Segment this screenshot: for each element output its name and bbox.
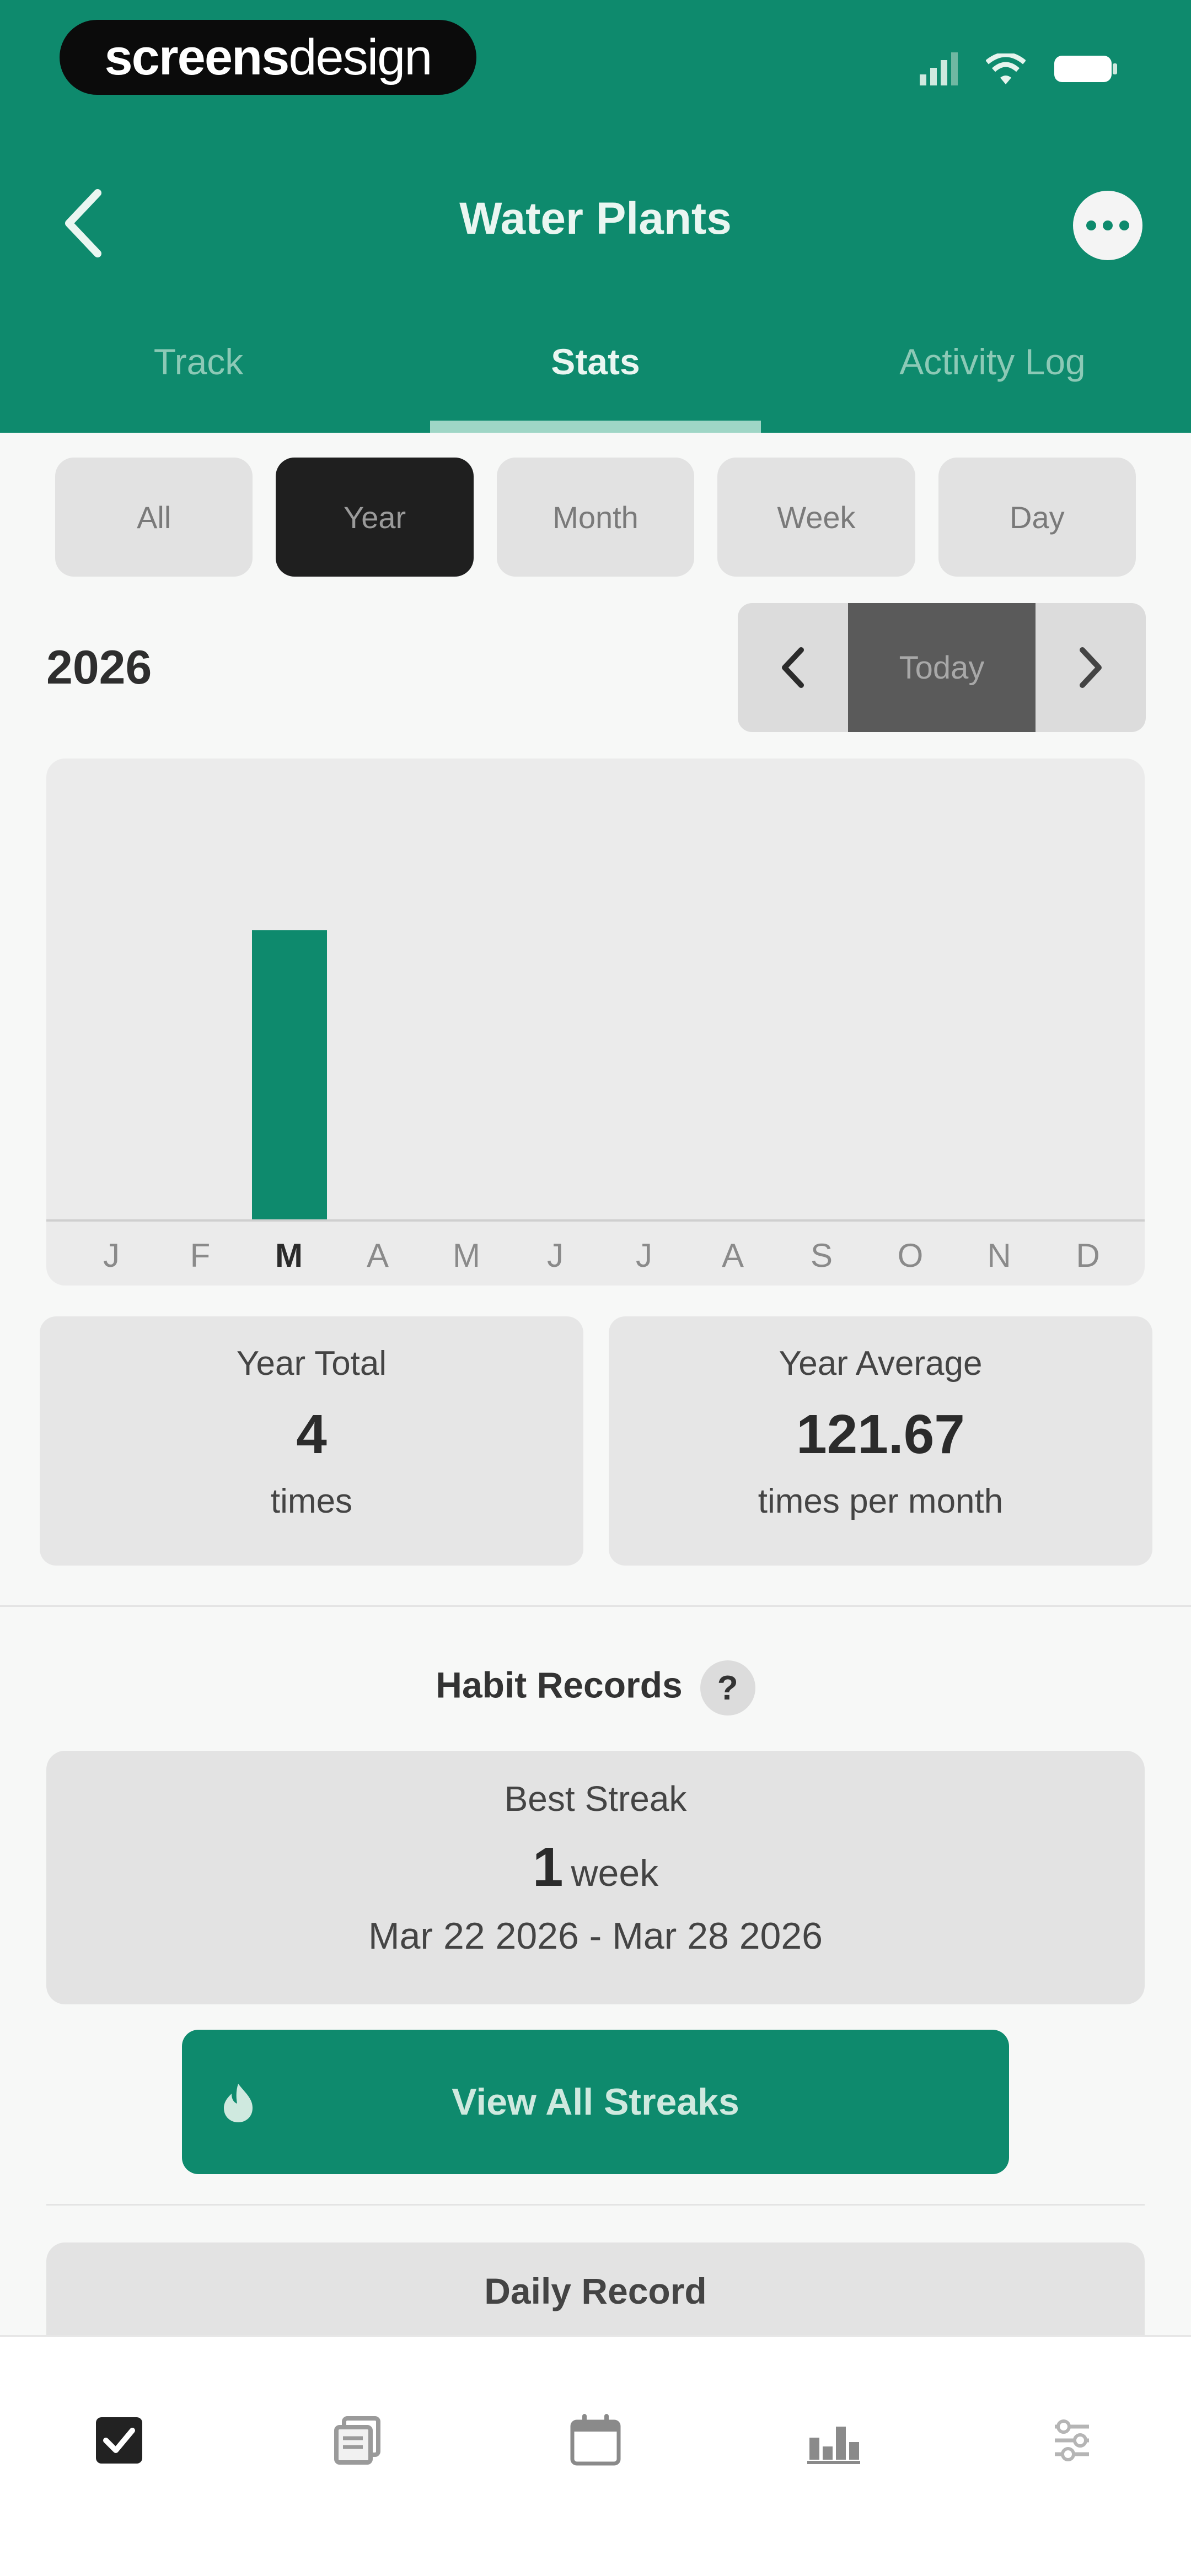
year-average-label: Year Average bbox=[779, 1345, 983, 1383]
chart-bar[interactable] bbox=[252, 930, 327, 1219]
calendar-icon bbox=[570, 2414, 621, 2466]
chevron-right-icon bbox=[1080, 647, 1102, 688]
next-year-button[interactable] bbox=[1036, 603, 1146, 732]
best-streak-value-line: 1 week bbox=[46, 1836, 1145, 1899]
period-all-button[interactable]: All bbox=[55, 458, 253, 577]
habit-records-label: Habit Records bbox=[436, 1664, 683, 1706]
year-total-label: Year Total bbox=[236, 1345, 387, 1383]
period-year-button[interactable]: Year bbox=[276, 458, 474, 577]
help-icon[interactable]: ? bbox=[700, 1660, 755, 1715]
flame-icon bbox=[224, 2084, 253, 2122]
section-divider bbox=[46, 2204, 1145, 2206]
more-dot-icon bbox=[1086, 221, 1096, 230]
x-tick-label: M bbox=[275, 1237, 303, 1274]
today-button[interactable]: Today bbox=[848, 603, 1036, 732]
x-tick-label: O bbox=[898, 1237, 924, 1274]
year-average-unit: times per month bbox=[758, 1482, 1004, 1520]
year-average-card: Year Average 121.67 times per month bbox=[609, 1316, 1152, 1566]
best-streak-value: 1 bbox=[532, 1836, 564, 1898]
page-title: Water Plants bbox=[459, 193, 732, 244]
more-options-button[interactable] bbox=[1073, 191, 1142, 260]
monthly-chart-card: JFMAMJJASOND bbox=[46, 759, 1145, 1286]
period-day-button[interactable]: Day bbox=[938, 458, 1136, 577]
x-tick-label: A bbox=[722, 1237, 744, 1274]
brand-badge: screens design bbox=[60, 20, 476, 95]
more-dot-icon bbox=[1103, 221, 1113, 230]
previous-year-button[interactable] bbox=[738, 603, 848, 732]
view-all-streaks-label: View All Streaks bbox=[452, 2081, 739, 2123]
sliders-icon bbox=[1055, 2419, 1089, 2461]
bar-chart-icon bbox=[807, 2427, 860, 2464]
daily-record-label: Daily Record bbox=[484, 2271, 707, 2311]
view-all-streaks-button[interactable]: View All Streaks bbox=[182, 2030, 1009, 2174]
brand-part2: design bbox=[288, 29, 432, 85]
monthly-bar-chart: JFMAMJJASOND bbox=[46, 930, 1145, 1274]
x-tick-label: J bbox=[547, 1237, 564, 1274]
bottom-navigation bbox=[0, 2335, 1191, 2576]
best-streak-label: Best Streak bbox=[504, 1779, 687, 1819]
x-tick-label: D bbox=[1076, 1237, 1099, 1274]
year-total-unit: times bbox=[270, 1482, 353, 1520]
nav-settings-button[interactable] bbox=[1039, 2407, 1105, 2473]
best-streak-range: Mar 22 2026 - Mar 28 2026 bbox=[368, 1915, 823, 1957]
tab-activity-log[interactable]: Activity Log bbox=[794, 325, 1191, 433]
nav-calendar-button[interactable] bbox=[562, 2407, 629, 2473]
date-navigator: Today bbox=[738, 603, 1146, 732]
brand-part1: screens bbox=[104, 29, 290, 85]
x-tick-label: J bbox=[636, 1237, 652, 1274]
x-tick-label: F bbox=[190, 1237, 211, 1274]
best-streak-unit: week bbox=[571, 1852, 659, 1894]
x-tick-label: N bbox=[987, 1237, 1011, 1274]
best-streak-card: Best Streak 1 week Mar 22 2026 - Mar 28 2… bbox=[46, 1751, 1145, 2004]
tab-stats[interactable]: Stats bbox=[397, 325, 794, 433]
year-average-value: 121.67 bbox=[796, 1403, 965, 1465]
habit-records-title: Habit Records? bbox=[0, 1660, 1191, 1715]
cellular-signal-icon bbox=[920, 52, 958, 85]
nav-stats-button[interactable] bbox=[801, 2407, 867, 2473]
year-total-value: 4 bbox=[296, 1403, 327, 1465]
section-divider bbox=[0, 1605, 1191, 1607]
year-label: 2026 bbox=[46, 641, 152, 694]
tab-track[interactable]: Track bbox=[0, 325, 397, 433]
year-total-card: Year Total 4 times bbox=[40, 1316, 583, 1566]
period-selector: All Year Month Week Day bbox=[55, 458, 1136, 577]
battery-icon bbox=[1054, 56, 1117, 82]
x-tick-label: A bbox=[367, 1237, 389, 1274]
nav-habits-button[interactable] bbox=[86, 2407, 152, 2473]
chevron-left-icon bbox=[782, 647, 804, 688]
notes-icon bbox=[334, 2416, 380, 2465]
header: screens design Water Plants Track Stats … bbox=[0, 0, 1191, 433]
wifi-icon bbox=[986, 53, 1026, 84]
checkbox-icon bbox=[96, 2417, 142, 2464]
more-dot-icon bbox=[1119, 221, 1129, 230]
nav-journal-button[interactable] bbox=[324, 2407, 390, 2473]
x-tick-label: M bbox=[453, 1237, 480, 1274]
period-week-button[interactable]: Week bbox=[717, 458, 915, 577]
period-month-button[interactable]: Month bbox=[496, 458, 695, 577]
tab-bar: Track Stats Activity Log bbox=[0, 325, 1191, 433]
status-bar-icons bbox=[920, 50, 1119, 88]
x-tick-label: S bbox=[811, 1237, 833, 1274]
x-tick-label: J bbox=[103, 1237, 120, 1274]
